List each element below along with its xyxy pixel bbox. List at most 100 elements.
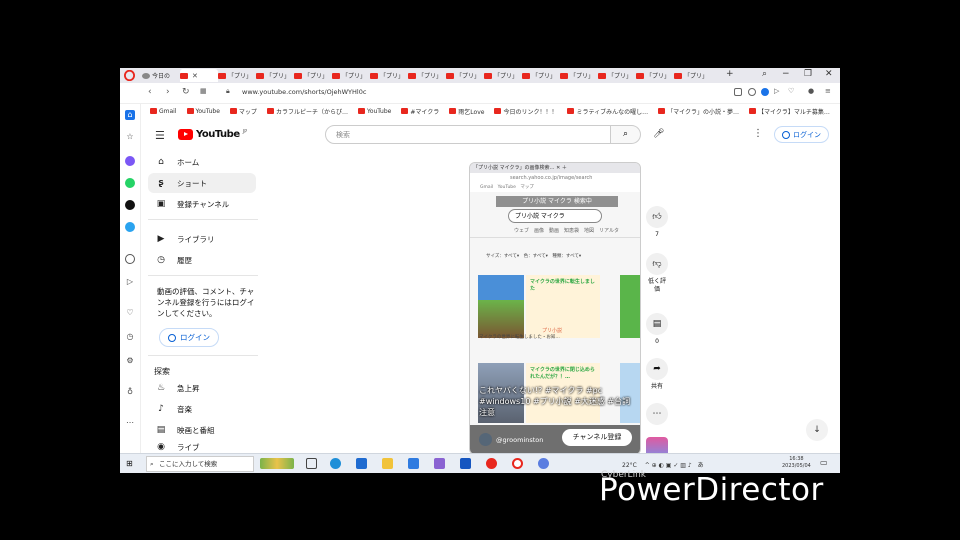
windows-start-icon[interactable]: ⊞ xyxy=(126,459,133,468)
bookmark-item[interactable]: YouTube xyxy=(186,108,220,115)
menu-icon[interactable]: ≡ xyxy=(825,87,831,95)
url-field[interactable]: www.youtube.com/shorts/OjehWYHl0c xyxy=(242,88,366,96)
microphone-icon[interactable]: 🎤︎ xyxy=(653,129,664,139)
nav-movies[interactable]: ▤ 映画と番組 xyxy=(148,420,256,440)
bookmark-item[interactable]: #マイクラ xyxy=(401,107,439,116)
send-icon[interactable]: ▷ xyxy=(774,87,779,95)
browser-tab[interactable]: 「プリ」 xyxy=(446,69,484,82)
share-icon[interactable]: ➦ xyxy=(646,358,668,380)
minimize-icon[interactable]: − xyxy=(782,69,790,79)
tab-search-icon[interactable]: ⌕ xyxy=(762,69,767,79)
send-sidebar-icon[interactable]: ▷ xyxy=(125,277,135,287)
system-clock[interactable]: 16:38 2023/05/04 xyxy=(782,456,811,470)
comment-action[interactable]: ▤ 0 xyxy=(646,313,668,346)
bookmark-item[interactable]: マップ xyxy=(229,107,257,116)
history-sidebar-icon[interactable]: ◷ xyxy=(125,332,135,342)
browser-tab[interactable]: 「プリ」 xyxy=(560,69,598,82)
comment-icon[interactable]: ▤ xyxy=(646,313,668,335)
notification-icon[interactable]: ▭ xyxy=(820,458,828,467)
close-window-icon[interactable]: ✕ xyxy=(825,69,833,79)
heart-icon[interactable]: ♡ xyxy=(788,87,794,95)
task-view-icon[interactable] xyxy=(306,458,317,469)
like-action[interactable]: 👍︎ 7 xyxy=(646,206,668,239)
powerdirector-icon[interactable] xyxy=(460,458,471,469)
bookmark-item[interactable]: 「マイクラ」の小説・夢… xyxy=(658,107,739,116)
heart-sidebar-icon[interactable]: ♡ xyxy=(125,308,135,318)
nav-live[interactable]: ◉ ライブ xyxy=(148,441,256,453)
vpn-icon[interactable] xyxy=(761,88,769,96)
camera-icon[interactable] xyxy=(748,88,756,96)
app-icon[interactable] xyxy=(434,458,445,469)
file-explorer-icon[interactable] xyxy=(382,458,393,469)
mail-icon[interactable] xyxy=(408,458,419,469)
subscribe-button[interactable]: チャンネル登録 xyxy=(562,429,632,446)
next-short-preview[interactable] xyxy=(646,437,668,454)
nav-library[interactable]: ▶ ライブラリ xyxy=(148,229,256,249)
tiktok-icon[interactable] xyxy=(125,200,135,210)
more-options-icon[interactable]: ⋮ xyxy=(753,128,763,139)
browser-tab[interactable]: 「プリ」 xyxy=(370,69,408,82)
thumbs-up-icon[interactable]: 👍︎ xyxy=(646,206,668,228)
login-button[interactable]: ログイン xyxy=(774,126,829,143)
browser-tab[interactable]: 「プリ」 xyxy=(294,69,332,82)
more-action[interactable]: ⋯ xyxy=(646,403,668,425)
dislike-action[interactable]: 👎︎ 低く評価 xyxy=(646,253,668,294)
nav-music[interactable]: ♪ 音楽 xyxy=(148,399,256,419)
telegram-icon[interactable] xyxy=(125,222,135,232)
forward-icon[interactable]: › xyxy=(166,87,170,97)
bookmark-item[interactable]: ミラティブみんなの曜し… xyxy=(567,107,648,116)
share-action[interactable]: ➦ 共有 xyxy=(646,358,668,391)
edge-icon[interactable] xyxy=(330,458,341,469)
ime-indicator[interactable]: あ xyxy=(698,462,704,469)
browser-tab[interactable]: ✕ xyxy=(180,69,218,82)
browser-tab[interactable]: 「プリ」 xyxy=(218,69,256,82)
browser-tab[interactable]: 「プリ」 xyxy=(332,69,370,82)
search-input[interactable]: 検索 xyxy=(325,125,611,144)
nav-trending[interactable]: ♨ 急上昇 xyxy=(148,378,256,398)
browser-tab[interactable]: 「プリ」 xyxy=(522,69,560,82)
browser-tab[interactable]: 今日の xyxy=(142,69,180,82)
whatsapp-icon[interactable] xyxy=(125,178,135,188)
back-icon[interactable]: ‹ xyxy=(148,87,152,97)
messenger-icon[interactable] xyxy=(125,156,135,166)
sidebar-login-button[interactable]: ログイン xyxy=(159,328,219,347)
browser-tab[interactable]: 「プリ」 xyxy=(636,69,674,82)
tray-icons[interactable]: ^ ⊕ ◐ ▣ ✓ ▥ ♪ xyxy=(645,462,692,469)
opera-taskbar-icon[interactable] xyxy=(486,458,497,469)
channel-name[interactable]: @groominston xyxy=(496,436,543,444)
snapshot-icon[interactable] xyxy=(734,88,742,96)
search-button[interactable]: ⌕ xyxy=(611,125,641,144)
bookmark-item[interactable]: 【マイクラ】マルチ募集… xyxy=(748,107,830,116)
browser-tab[interactable]: 「プリ」 xyxy=(408,69,446,82)
home-icon[interactable]: ⌂ xyxy=(125,110,135,120)
bookmark-item[interactable]: Gmail xyxy=(150,108,177,115)
bookmark-item[interactable]: YouTube xyxy=(357,108,391,115)
hamburger-menu-icon[interactable]: ☰ xyxy=(155,129,165,142)
next-video-button[interactable]: ↓ xyxy=(806,419,828,441)
nav-home[interactable]: ⌂ ホーム xyxy=(148,152,256,172)
browser-tab[interactable]: 「プリ」 xyxy=(674,69,712,82)
youtube-logo[interactable]: YouTube JP xyxy=(178,129,247,140)
browser-tab[interactable]: 「プリ」 xyxy=(256,69,294,82)
lightbulb-icon[interactable]: ♁ xyxy=(125,387,135,397)
taskbar-search-input[interactable]: ⌕ ここに入力して検索 xyxy=(146,456,254,472)
weather-temperature[interactable]: 22°C xyxy=(622,462,637,469)
news-widget-icon[interactable] xyxy=(260,458,294,469)
bookmark-item[interactable]: カラフルピーチ（からぴ… xyxy=(266,107,348,116)
bookmark-item[interactable]: 今日のリンク！！！ xyxy=(494,107,557,116)
nav-subscriptions[interactable]: ▣ 登録チャンネル xyxy=(148,194,256,214)
more-sidebar-icon[interactable]: ⋯ xyxy=(125,418,135,428)
settings-gear-icon[interactable] xyxy=(538,458,549,469)
player-icon[interactable] xyxy=(125,254,135,264)
tabs-grid-icon[interactable]: ▦ xyxy=(200,87,207,95)
channel-avatar[interactable] xyxy=(479,433,492,446)
nav-history[interactable]: ◷ 履歴 xyxy=(148,250,256,270)
new-tab-button[interactable]: + xyxy=(726,69,734,79)
thumbs-down-icon[interactable]: 👎︎ xyxy=(646,253,668,275)
profile-icon[interactable]: ● xyxy=(808,87,814,95)
browser-tab[interactable]: 「プリ」 xyxy=(484,69,522,82)
more-horizontal-icon[interactable]: ⋯ xyxy=(646,403,668,425)
opera-logo-icon[interactable] xyxy=(124,70,135,81)
maximize-icon[interactable]: ❐ xyxy=(804,69,812,79)
close-tab-icon[interactable]: ✕ xyxy=(192,72,198,80)
